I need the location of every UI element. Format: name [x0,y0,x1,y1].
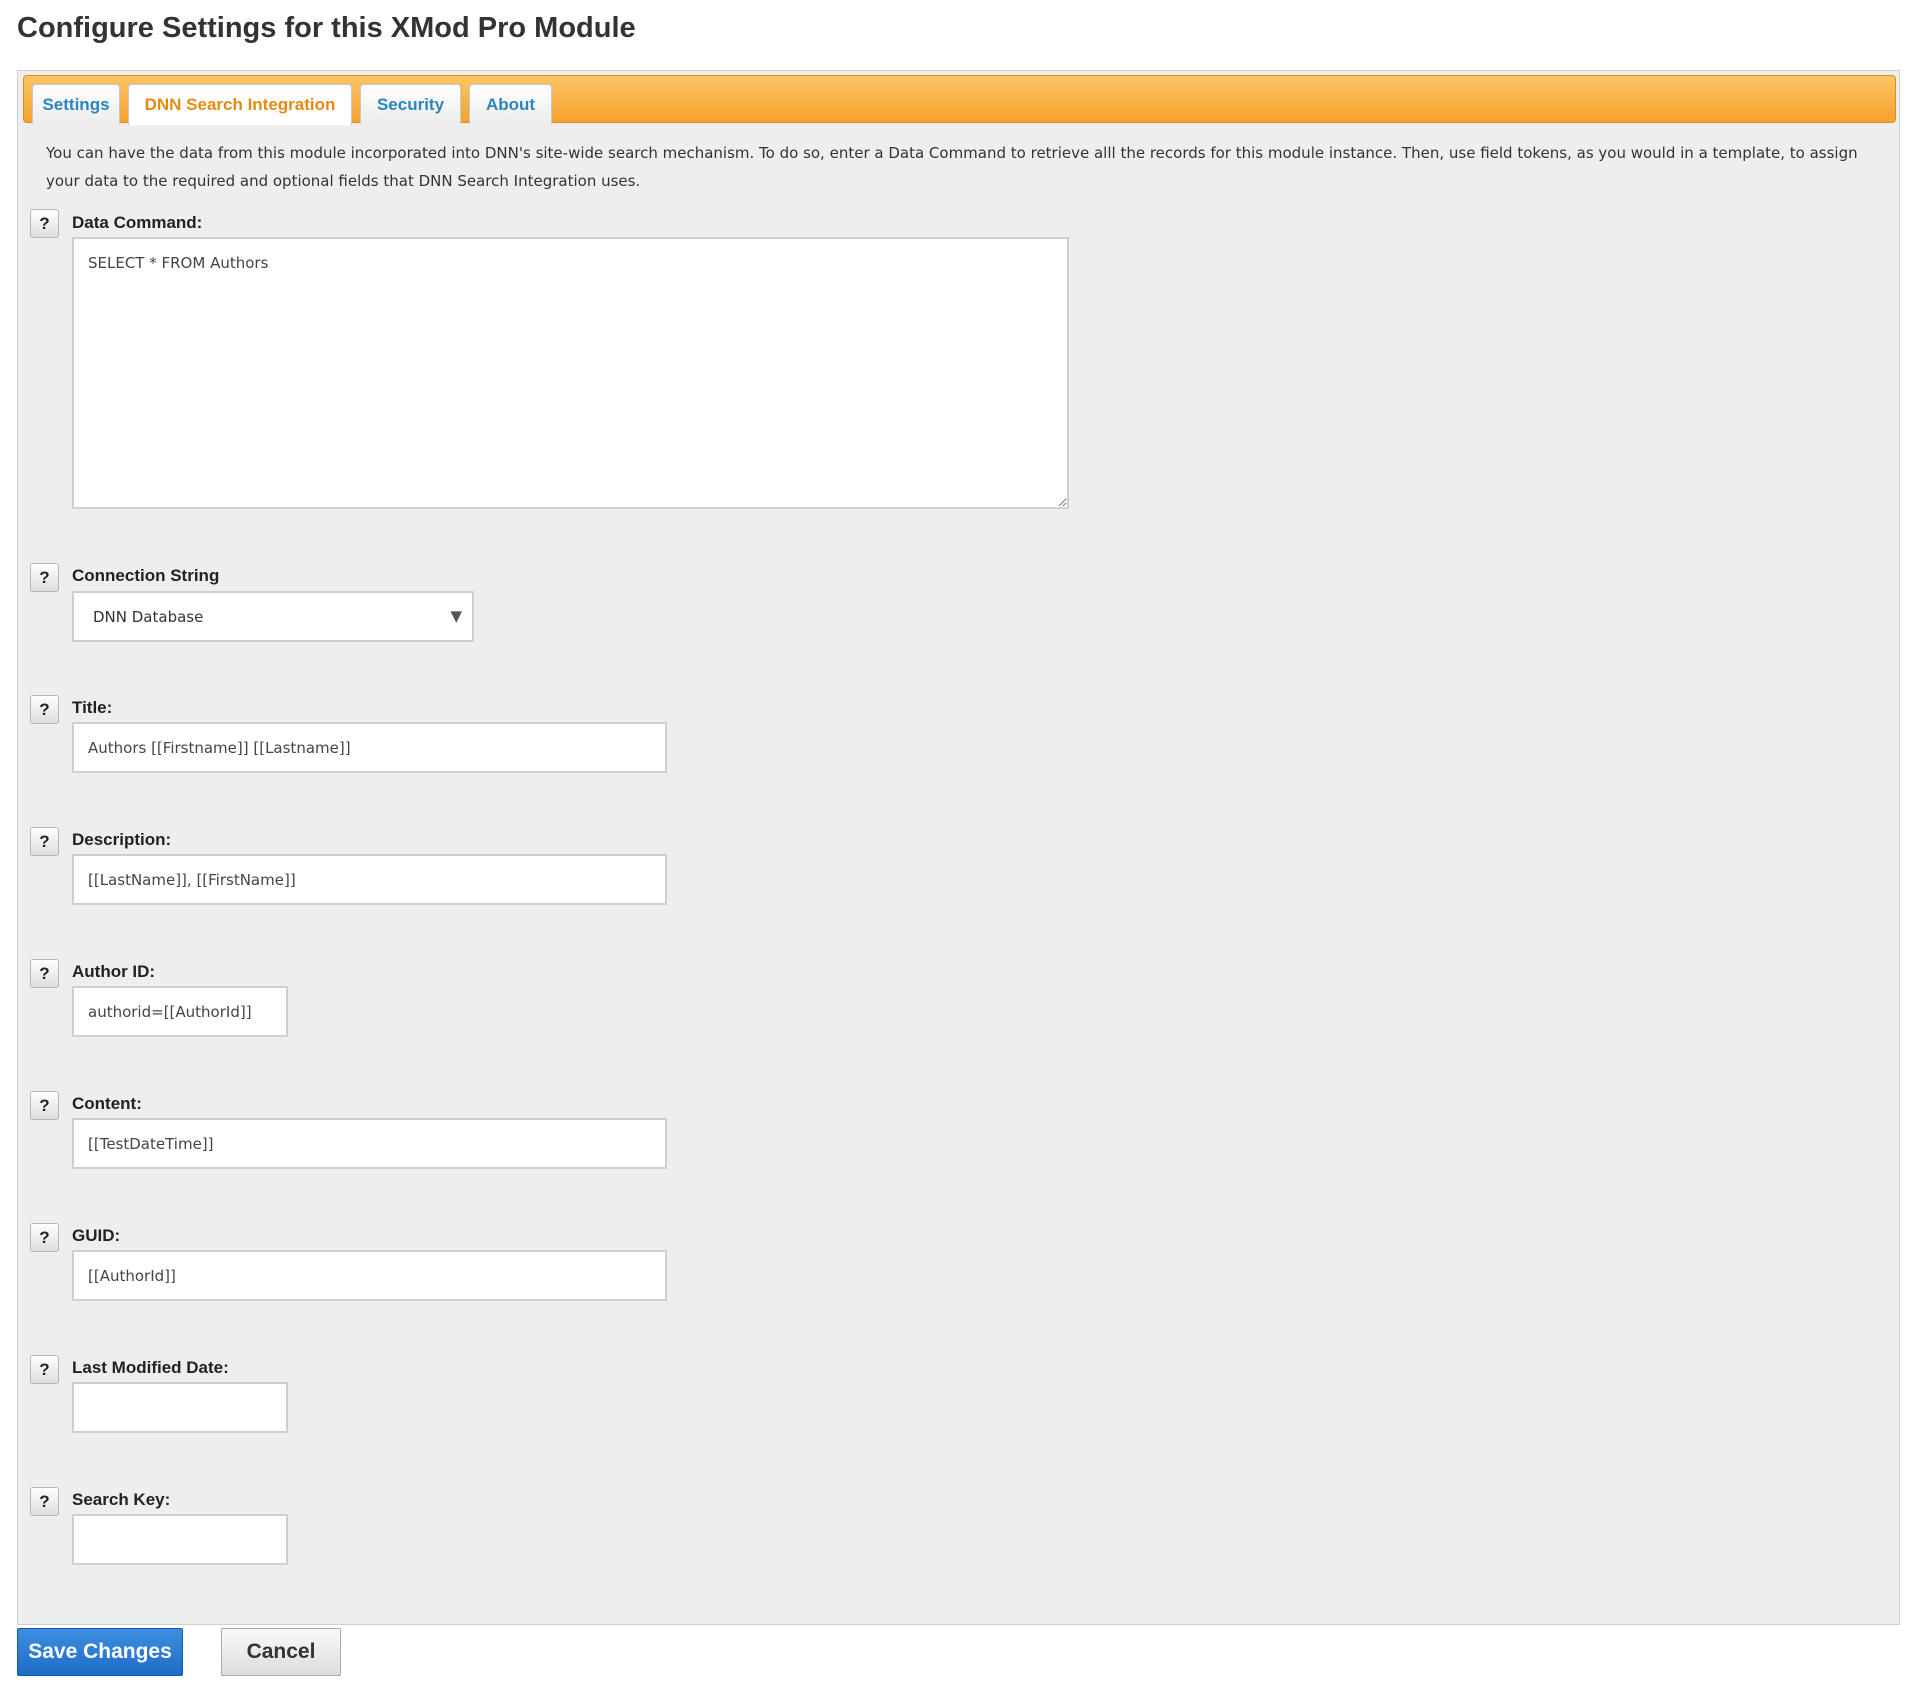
page-title: Configure Settings for this XMod Pro Mod… [17,12,636,44]
connection-string-select[interactable]: DNN Database ▼ [72,591,474,642]
help-connection-string-button[interactable]: ? [30,563,59,592]
help-description-button[interactable]: ? [30,827,59,856]
search-key-input[interactable] [72,1514,288,1565]
tab-security[interactable]: Security [360,84,461,124]
content-label: Content: [72,1094,142,1113]
help-content-button[interactable]: ? [30,1091,59,1120]
data-command-textarea[interactable]: SELECT * FROM Authors [72,237,1069,509]
author-id-label: Author ID: [72,962,156,981]
chevron-down-icon: ▼ [450,607,462,625]
help-last-modified-date-button[interactable]: ? [30,1355,59,1384]
author-id-input[interactable] [72,986,288,1037]
description-input[interactable] [72,854,667,905]
tab-settings[interactable]: Settings [32,84,120,124]
guid-label: GUID: [72,1226,121,1245]
last-modified-date-label: Last Modified Date: [72,1358,229,1377]
search-key-label: Search Key: [72,1490,171,1509]
settings-panel: Settings DNN Search Integration Security… [17,70,1900,1625]
title-label: Title: [72,698,113,717]
tab-dnn-search-integration[interactable]: DNN Search Integration [128,84,352,125]
tab-about[interactable]: About [469,84,552,124]
help-guid-button[interactable]: ? [30,1223,59,1252]
connection-string-label: Connection String [72,566,220,585]
last-modified-date-input[interactable] [72,1382,288,1433]
guid-input[interactable] [72,1250,667,1301]
help-search-key-button[interactable]: ? [30,1487,59,1516]
connection-string-value: DNN Database [93,607,204,626]
help-title-button[interactable]: ? [30,695,59,724]
title-input[interactable] [72,722,667,773]
save-changes-button[interactable]: Save Changes [17,1628,183,1676]
intro-text: You can have the data from this module i… [46,144,1858,190]
data-command-label: Data Command: [72,213,203,232]
content-input[interactable] [72,1118,667,1169]
help-data-command-button[interactable]: ? [30,209,59,238]
description-label: Description: [72,830,172,849]
cancel-button[interactable]: Cancel [221,1628,341,1676]
tab-bar: Settings DNN Search Integration Security… [23,75,1896,125]
help-author-id-button[interactable]: ? [30,959,59,988]
